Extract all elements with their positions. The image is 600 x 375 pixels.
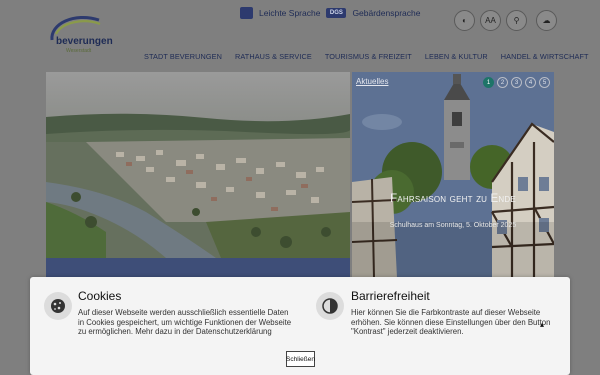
aerial-town-picture xyxy=(46,72,350,258)
mouse-cursor-icon: ▴ xyxy=(540,320,545,329)
news-slider[interactable]: Aktuelles 1 2 3 4 5 Fahrsaison geht zu E… xyxy=(352,72,554,278)
top-links: Leichte Sprache DGS Gebärdensprache xyxy=(240,7,420,19)
slider-dot[interactable]: 1 xyxy=(483,77,494,88)
nav-item-leben[interactable]: LEBEN & KULTUR xyxy=(425,52,488,61)
cookies-text: Auf dieser Webseite werden ausschließlic… xyxy=(78,308,292,337)
logo-name: beverungen xyxy=(56,36,113,47)
cookie-icon xyxy=(44,292,72,320)
easy-language-link[interactable]: Leichte Sprache xyxy=(259,8,320,18)
nav-item-stadt[interactable]: STADT BEVERUNGEN xyxy=(144,52,222,61)
close-button[interactable]: Schließen xyxy=(286,351,315,367)
weather-button[interactable]: ☁ xyxy=(536,10,557,31)
search-button[interactable]: ⚲ xyxy=(506,10,527,31)
sign-language-link[interactable]: Gebärdensprache xyxy=(352,8,420,18)
news-section-link[interactable]: Aktuelles xyxy=(356,77,388,86)
nav-item-handel[interactable]: HANDEL & WIRTSCHAFT xyxy=(501,52,589,61)
slider-dot[interactable]: 4 xyxy=(525,77,536,88)
slider-dot[interactable]: 5 xyxy=(539,77,550,88)
church-picture xyxy=(352,72,554,278)
nav-item-tourismus[interactable]: TOURISMUS & FREIZEIT xyxy=(325,52,412,61)
accessibility-text: Hier können Sie die Farbkontraste auf di… xyxy=(351,308,551,337)
main-nav: STADT BEVERUNGEN RATHAUS & SERVICE TOURI… xyxy=(144,52,589,61)
slide-subtitle: Schulhaus am Sonntag, 5. Oktober 2025 xyxy=(389,222,517,229)
slider-dot[interactable]: 3 xyxy=(511,77,522,88)
font-size-icon: AA xyxy=(485,16,496,25)
cookie-banner: Cookies Auf dieser Webseite werden aussc… xyxy=(30,277,570,375)
nav-item-rathaus[interactable]: RATHAUS & SERVICE xyxy=(235,52,312,61)
slider-pagination: 1 2 3 4 5 xyxy=(483,77,550,88)
contrast-button[interactable]: ◐ xyxy=(454,10,475,31)
font-size-button[interactable]: AA xyxy=(480,10,501,31)
cookies-title: Cookies xyxy=(78,289,122,303)
slider-dot[interactable]: 2 xyxy=(497,77,508,88)
site-logo[interactable]: beverungen Weserstadt xyxy=(44,10,114,62)
accessibility-icon xyxy=(316,292,344,320)
easy-language-icon xyxy=(240,7,253,19)
logo-tagline: Weserstadt xyxy=(66,48,92,54)
accessibility-title: Barrierefreiheit xyxy=(351,289,430,303)
sign-language-icon: DGS xyxy=(326,8,347,18)
header-tools: ◐ AA ⚲ ☁ xyxy=(454,10,557,31)
contrast-icon: ◐ xyxy=(462,16,467,25)
slide-title[interactable]: Fahrsaison geht zu Ende xyxy=(352,193,554,205)
hero-caption-strip xyxy=(46,258,350,278)
weather-icon: ☁ xyxy=(542,16,551,25)
search-icon: ⚲ xyxy=(513,16,520,25)
hero-aerial-image xyxy=(46,72,350,258)
